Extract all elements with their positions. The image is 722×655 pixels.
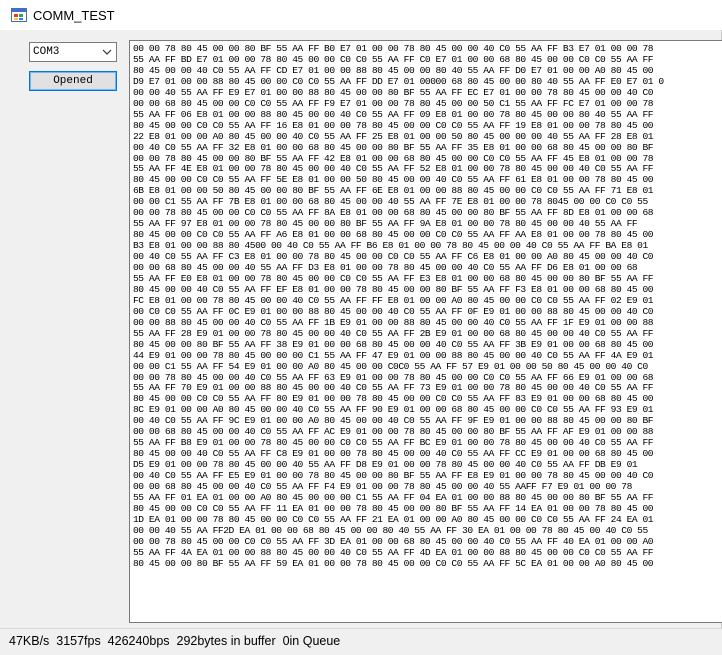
status-text: 47KB/s 3157fps 426240bps 292bytes in buf…	[9, 634, 341, 648]
com-port-value: COM3	[33, 46, 60, 58]
status-bar: 47KB/s 3157fps 426240bps 292bytes in buf…	[0, 628, 722, 655]
hex-line: 00 00 C1 55 AA FF 54 E9 01 00 00 A0 80 4…	[133, 360, 648, 372]
hex-output-textbox[interactable]: 00 00 78 80 45 00 00 80 BF 55 AA FF B0 E…	[129, 40, 722, 623]
chevron-down-icon	[102, 49, 112, 55]
window-title: COMM_TEST	[33, 8, 115, 23]
hex-line: 80 45 00 00 80 BF 55 AA FF 38 E9 01 00 0…	[133, 338, 654, 350]
hex-line: 22 E8 01 00 00 A0 80 45 00 00 40 C0 55 A…	[133, 130, 654, 142]
app-window: COMM_TEST COM3 Opened 00 00 78 80 45 00 …	[0, 0, 722, 655]
title-bar[interactable]: COMM_TEST	[0, 0, 722, 30]
open-port-button[interactable]: Opened	[29, 71, 117, 91]
hex-line: 80 45 00 00 80 BF 55 AA FF 59 EA 01 00 0…	[133, 557, 654, 569]
app-icon	[11, 8, 27, 22]
hex-line: 00 40 C0 55 AA FF 32 E8 01 00 00 68 80 4…	[133, 141, 654, 153]
hex-line: 44 E9 01 00 00 78 80 45 00 00 00 C1 55 A…	[133, 349, 654, 361]
hex-line: 80 45 00 00 C0 C0 55 AA FF 16 E8 01 00 0…	[133, 119, 654, 131]
com-port-select[interactable]: COM3	[29, 42, 117, 62]
